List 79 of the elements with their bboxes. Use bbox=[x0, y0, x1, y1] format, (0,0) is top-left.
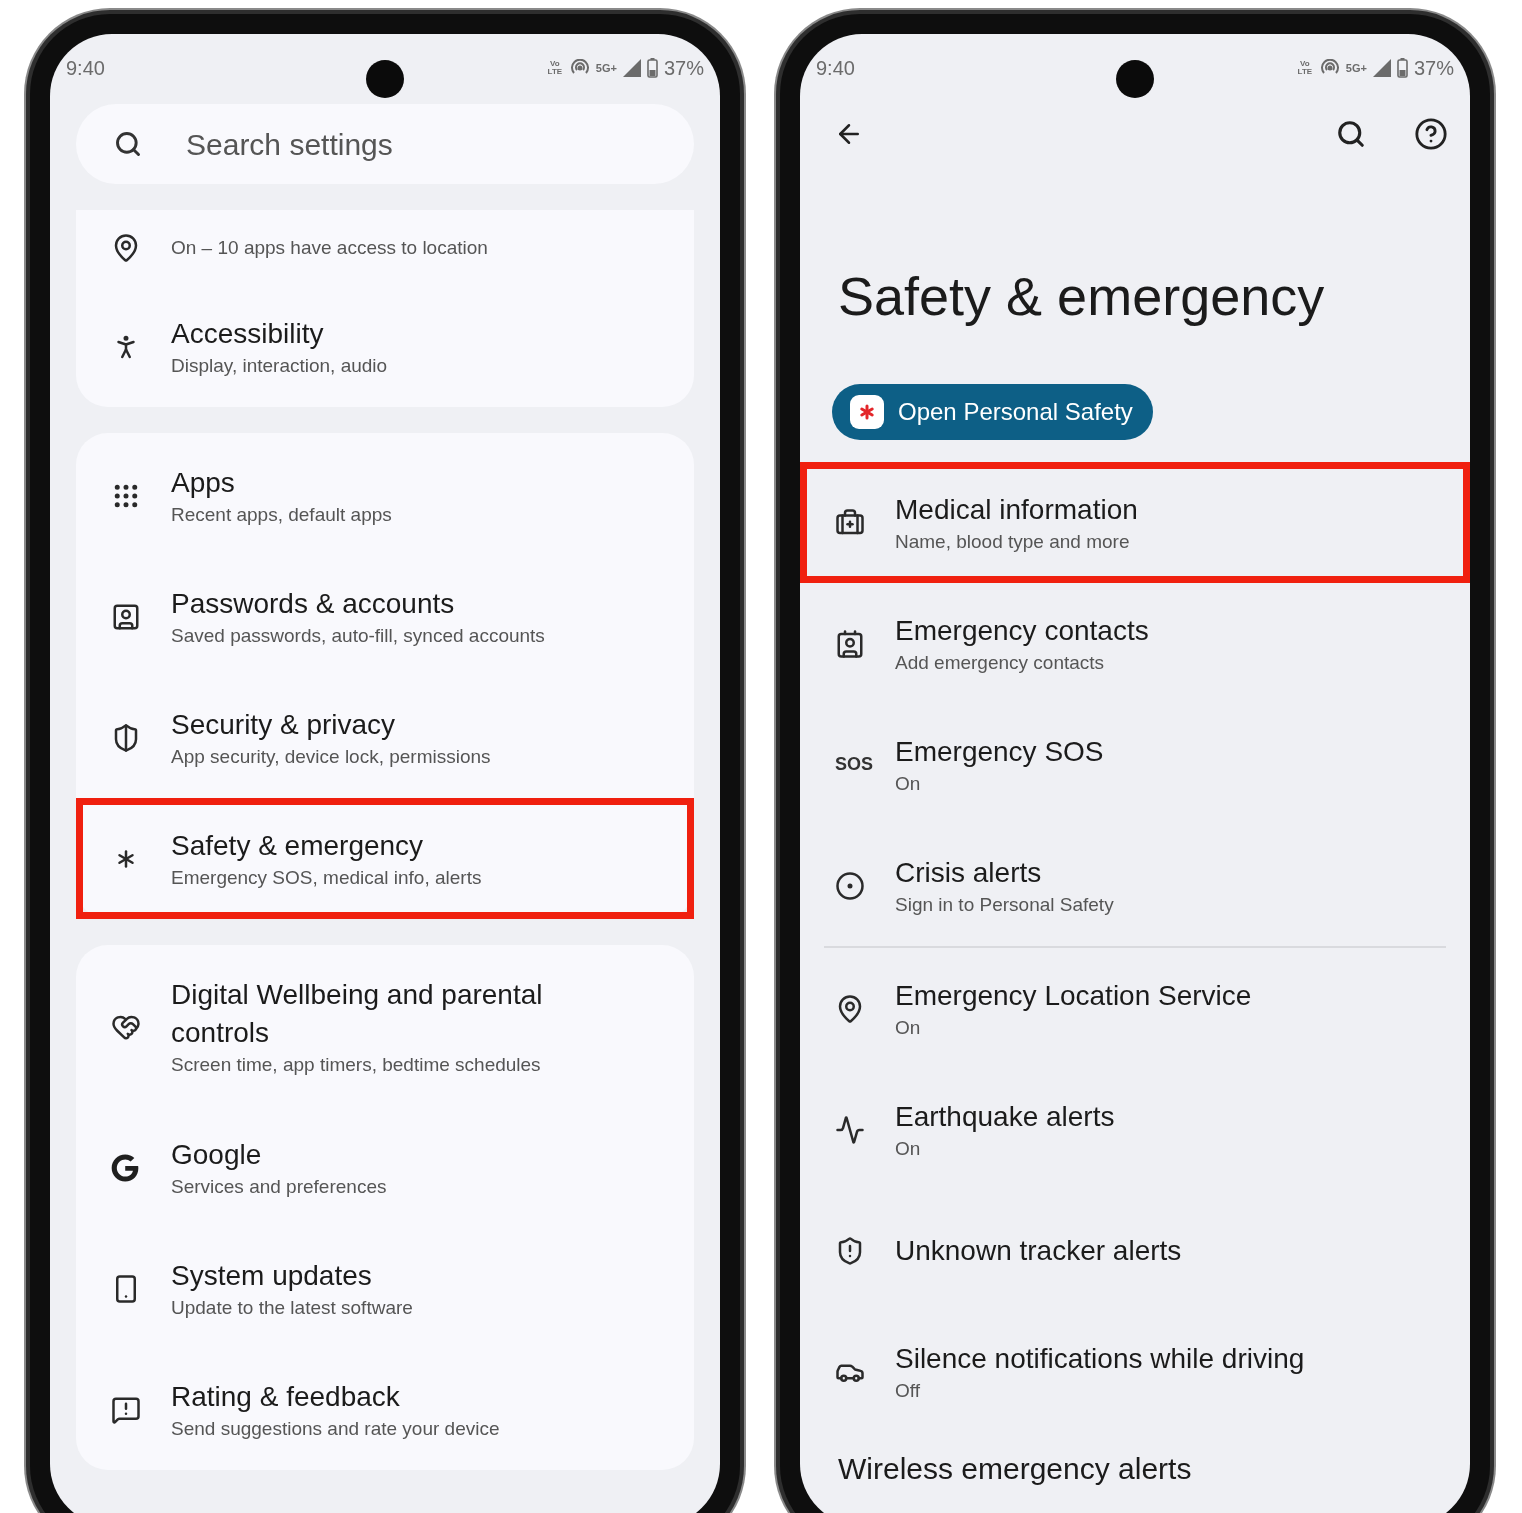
battery-level: 37% bbox=[1413, 56, 1454, 81]
item-title: Medical information bbox=[895, 492, 1139, 527]
settings-item[interactable]: Accessibility Display, interaction, audio bbox=[76, 286, 694, 407]
google-icon bbox=[111, 1153, 139, 1182]
battery-level: 37% bbox=[663, 56, 704, 81]
item-title: Accessibility bbox=[171, 316, 325, 351]
item-title: Silence notifications while driving bbox=[895, 1341, 1306, 1376]
item-subtitle: On bbox=[895, 1136, 922, 1161]
item-subtitle: Off bbox=[895, 1378, 921, 1403]
item-subtitle: Saved passwords, auto-fill, synced accounts bbox=[171, 623, 546, 648]
item-subtitle: Name, blood type and more bbox=[895, 529, 1131, 554]
search-placeholder: Search settings bbox=[186, 126, 393, 163]
settings-item[interactable]: Security & privacy App security, device lock, permissions bbox=[76, 677, 694, 798]
item-subtitle: Recent apps, default apps bbox=[171, 502, 393, 527]
item-title: Digital Wellbeing and parental controls bbox=[171, 978, 544, 1050]
item-subtitle: Display, interaction, audio bbox=[171, 353, 389, 378]
item-subtitle: Send suggestions and rate your device bbox=[171, 1416, 501, 1441]
settings-item[interactable]: Silence notifications while driving Off bbox=[800, 1311, 1470, 1432]
settings-item[interactable]: Apps Recent apps, default apps bbox=[76, 435, 694, 556]
settings-item[interactable]: Unknown tracker alerts bbox=[800, 1190, 1470, 1311]
item-title: Rating & feedback bbox=[171, 1379, 401, 1414]
settings-item[interactable]: Emergency contacts Add emergency contacts bbox=[800, 583, 1470, 704]
item-title: Apps bbox=[171, 465, 236, 500]
pulse-icon bbox=[835, 1114, 865, 1145]
item-subtitle: Sign in to Personal Safety bbox=[895, 892, 1115, 917]
settings-item[interactable]: Digital Wellbeing and parental controls Screen time, app timers, bedtime schedules bbox=[76, 947, 694, 1107]
item-title: Google bbox=[171, 1137, 263, 1172]
item-title: Passwords & accounts bbox=[171, 586, 456, 621]
settings-item[interactable]: Safety & emergency Emergency SOS, medical info, alerts bbox=[76, 798, 694, 919]
item-subtitle: Screen time, app timers, bedtime schedules bbox=[171, 1053, 542, 1077]
item-subtitle: Add emergency contacts bbox=[895, 650, 1106, 675]
battery-icon bbox=[1396, 58, 1408, 78]
settings-item[interactable]: Crisis alerts Sign in to Personal Safety bbox=[800, 825, 1470, 946]
section-heading: Wireless emergency alerts bbox=[837, 1451, 1193, 1487]
contact-card-icon bbox=[835, 628, 865, 659]
network-label: 5G+ bbox=[1345, 60, 1367, 76]
volte-label: Vo LTE bbox=[1296, 60, 1314, 76]
signal-icon bbox=[622, 59, 641, 77]
item-subtitle: On bbox=[895, 1015, 922, 1040]
volte-label: Vo LTE bbox=[546, 60, 564, 76]
network-label: 5G+ bbox=[595, 60, 617, 76]
item-title: Security & privacy bbox=[171, 707, 397, 742]
item-subtitle: Emergency SOS, medical info, alerts bbox=[171, 865, 483, 890]
battery-icon bbox=[646, 58, 658, 78]
item-title: System updates bbox=[171, 1258, 373, 1293]
item-subtitle: App security, device lock, permissions bbox=[171, 744, 492, 769]
settings-item[interactable]: Emergency Location Service On bbox=[800, 948, 1470, 1069]
settings-item[interactable]: System updates Update to the latest software bbox=[76, 1228, 694, 1349]
item-title: Emergency contacts bbox=[895, 613, 1150, 648]
search-field[interactable]: Search settings bbox=[76, 104, 694, 184]
item-subtitle: Services and preferences bbox=[171, 1174, 388, 1199]
item-title: Crisis alerts bbox=[895, 855, 1043, 890]
settings-item[interactable]: SOS Emergency SOS On bbox=[800, 704, 1470, 825]
item-title: Emergency SOS bbox=[895, 734, 1105, 769]
front-camera bbox=[1116, 60, 1154, 98]
search-icon bbox=[1336, 119, 1366, 149]
signal-icon bbox=[1372, 59, 1391, 77]
item-subtitle: On bbox=[895, 771, 922, 796]
settings-item[interactable]: Earthquake alerts On bbox=[800, 1069, 1470, 1190]
page-title: Safety & emergency bbox=[837, 265, 1326, 328]
alert-target-icon bbox=[835, 870, 865, 901]
item-title: Safety & emergency bbox=[171, 828, 425, 863]
front-camera bbox=[366, 60, 404, 98]
settings-item[interactable]: On – 10 apps have access to location bbox=[76, 210, 694, 286]
item-title: Earthquake alerts bbox=[895, 1099, 1116, 1134]
settings-item[interactable]: Google Services and preferences bbox=[76, 1107, 694, 1228]
search-icon bbox=[114, 130, 142, 158]
settings-item[interactable]: Medical information Name, blood type and more bbox=[800, 462, 1470, 583]
settings-item[interactable]: Passwords & accounts Saved passwords, auto-fill, synced accounts bbox=[76, 556, 694, 677]
personal-safety-app-icon bbox=[850, 395, 884, 429]
item-title: Unknown tracker alerts bbox=[895, 1233, 1183, 1268]
status-time: 9:40 bbox=[66, 56, 105, 81]
item-subtitle: On – 10 apps have access to location bbox=[171, 236, 489, 260]
settings-item[interactable]: Rating & feedback Send suggestions and rate your device bbox=[76, 1349, 694, 1470]
item-title: Emergency Location Service bbox=[895, 978, 1253, 1013]
help-icon bbox=[1414, 117, 1448, 151]
status-time: 9:40 bbox=[816, 56, 855, 81]
item-subtitle: Update to the latest software bbox=[171, 1295, 414, 1320]
open-personal-safety-button[interactable]: Open Personal Safety bbox=[832, 384, 1153, 440]
